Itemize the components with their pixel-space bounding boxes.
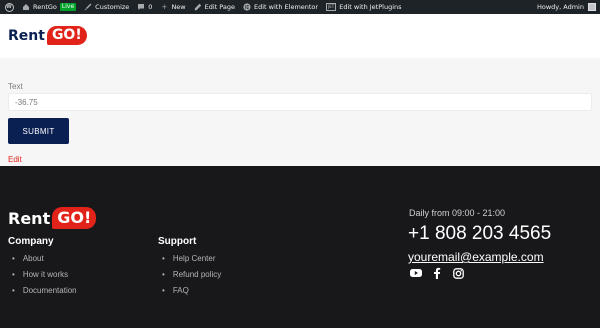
site-logo[interactable]: Rent GO! bbox=[8, 26, 87, 45]
email-link[interactable]: youremail@example.com bbox=[408, 250, 544, 264]
avatar bbox=[588, 3, 596, 11]
instagram-icon[interactable] bbox=[452, 267, 464, 279]
customize-link[interactable]: Customize bbox=[80, 0, 133, 14]
social-links bbox=[410, 267, 464, 279]
footer-link-how-it-works[interactable]: How it works bbox=[8, 267, 77, 283]
jetplugins-icon: JET bbox=[326, 3, 337, 11]
site-footer: Rent GO! Company About How it works Docu… bbox=[0, 166, 600, 328]
support-links: Help Center Refund policy FAQ bbox=[158, 251, 221, 299]
edit-jetplugins-label: Edit with JetPlugins bbox=[339, 3, 402, 11]
edit-page-label: Edit Page bbox=[204, 3, 236, 11]
site-header: Rent GO! bbox=[0, 14, 600, 58]
text-field-label: Text bbox=[8, 82, 23, 91]
home-icon bbox=[22, 3, 30, 11]
my-account-menu[interactable]: Howdy, Admin bbox=[537, 3, 600, 11]
text-field-input[interactable] bbox=[8, 93, 592, 111]
footer-link-refund-policy[interactable]: Refund policy bbox=[158, 267, 221, 283]
footer-link-faq[interactable]: FAQ bbox=[158, 283, 221, 299]
comments-link[interactable]: 0 bbox=[133, 0, 156, 14]
edit-elementor-label: Edit with Elementor bbox=[254, 3, 319, 11]
site-name: RentGo bbox=[33, 3, 57, 11]
support-heading: Support bbox=[158, 236, 197, 247]
company-links: About How it works Documentation bbox=[8, 251, 77, 299]
wordpress-logo-icon: W bbox=[4, 2, 14, 12]
site-name-menu[interactable]: RentGo Live bbox=[18, 0, 80, 14]
new-label: New bbox=[171, 3, 186, 11]
elementor-icon bbox=[243, 3, 251, 11]
admin-bar: W RentGo Live Customize 0 + New Edit Pag… bbox=[0, 0, 600, 14]
footer-logo[interactable]: Rent GO! bbox=[8, 207, 97, 229]
opening-hours: Daily from 09:00 - 21:00 bbox=[409, 208, 506, 218]
footer-link-help-center[interactable]: Help Center bbox=[158, 251, 221, 267]
company-heading: Company bbox=[8, 236, 54, 247]
facebook-icon[interactable] bbox=[431, 267, 443, 279]
brush-icon bbox=[84, 3, 92, 11]
youtube-icon[interactable] bbox=[410, 267, 422, 279]
howdy-label: Howdy, Admin bbox=[536, 3, 584, 11]
live-badge: Live bbox=[59, 3, 77, 11]
customize-label: Customize bbox=[95, 3, 130, 11]
comments-count: 0 bbox=[148, 3, 153, 11]
footer-link-about[interactable]: About bbox=[8, 251, 77, 267]
comment-icon bbox=[137, 3, 145, 11]
phone-number[interactable]: +1 808 203 4565 bbox=[408, 223, 551, 245]
main-content: Text SUBMIT Edit bbox=[0, 58, 600, 166]
footer-logo-badge: GO! bbox=[52, 207, 97, 229]
edit-link[interactable]: Edit bbox=[8, 155, 22, 164]
edit-page-link[interactable]: Edit Page bbox=[190, 0, 239, 14]
plus-icon: + bbox=[161, 3, 168, 11]
wordpress-menu[interactable]: W bbox=[0, 0, 18, 14]
footer-link-documentation[interactable]: Documentation bbox=[8, 283, 77, 299]
edit-jetplugins-link[interactable]: JET Edit with JetPlugins bbox=[322, 0, 405, 14]
logo-badge: GO! bbox=[46, 26, 87, 45]
new-content-menu[interactable]: + New bbox=[156, 0, 189, 14]
submit-button[interactable]: SUBMIT bbox=[8, 118, 69, 144]
pencil-icon bbox=[194, 3, 202, 11]
logo-text: Rent bbox=[8, 27, 45, 44]
edit-elementor-link[interactable]: Edit with Elementor bbox=[239, 0, 322, 14]
footer-logo-text: Rent bbox=[8, 208, 51, 228]
